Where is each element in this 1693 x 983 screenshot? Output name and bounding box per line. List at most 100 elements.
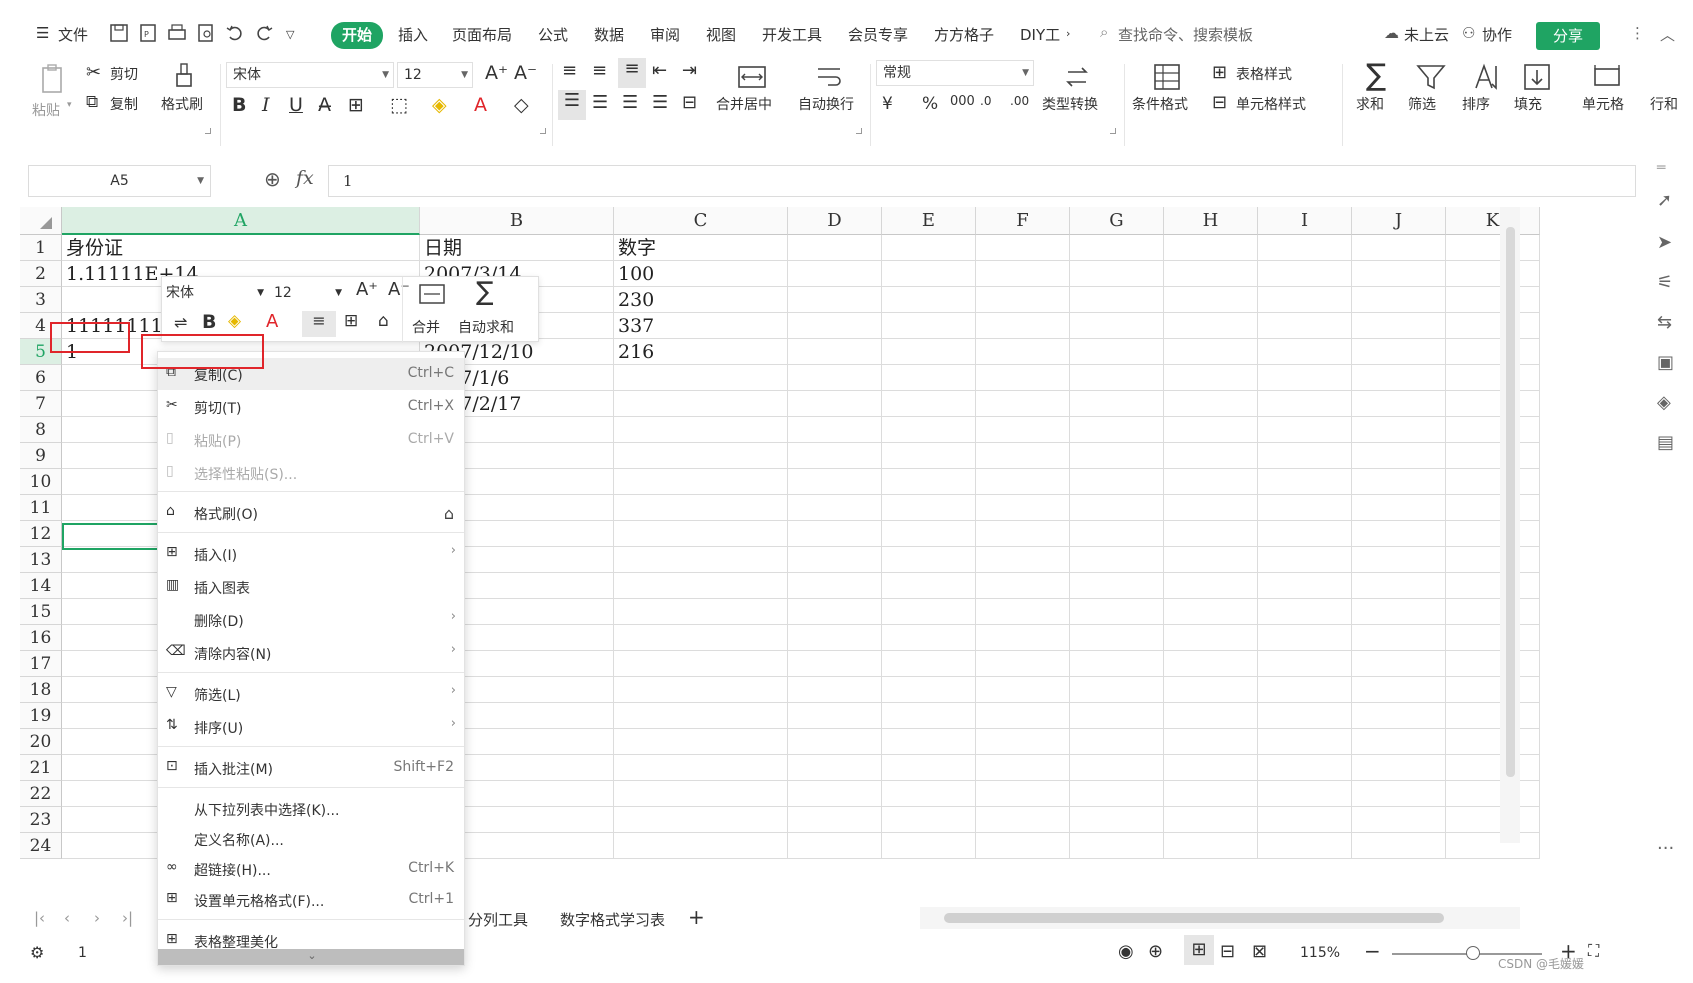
row-header-6[interactable]: 6 <box>20 365 62 391</box>
font-color-icon[interactable]: A <box>474 94 487 116</box>
horizontal-scrollbar[interactable] <box>920 907 1520 929</box>
font-name-select[interactable]: 宋体 ▼ <box>226 62 394 88</box>
mini-decrease-font-icon[interactable]: A⁻ <box>388 279 410 300</box>
percent-icon[interactable]: % <box>922 94 938 114</box>
mini-autosum-button[interactable]: 自动求和 <box>458 317 514 337</box>
row-header-2[interactable]: 2 <box>20 261 62 287</box>
zoom-out-icon[interactable]: − <box>1364 939 1381 963</box>
tab-home[interactable]: 开始 <box>331 22 383 49</box>
compass-icon[interactable]: ◈ <box>1657 392 1681 416</box>
shape-fill-icon[interactable]: ⬚ <box>390 94 408 116</box>
select-all-corner[interactable] <box>20 207 62 235</box>
undo-icon[interactable] <box>224 22 246 44</box>
prev-sheet-icon[interactable]: ‹ <box>64 909 70 927</box>
ctx-delete[interactable]: 删除(D) › <box>158 604 464 636</box>
format-painter-button[interactable]: 格式刷 <box>161 94 203 114</box>
tab-page-layout[interactable]: 页面布局 <box>452 24 512 45</box>
formula-input[interactable]: 1 <box>328 165 1636 197</box>
column-header-e[interactable]: E <box>882 207 976 235</box>
horizontal-scroll-thumb[interactable] <box>944 913 1444 923</box>
column-header-b[interactable]: B <box>420 207 614 235</box>
cut-button[interactable]: 剪切 <box>110 64 138 84</box>
more-panel-icon[interactable]: ··· <box>1657 838 1681 862</box>
ctx-define-name[interactable]: 定义名称(A)... <box>158 823 464 855</box>
zoom-slider-handle[interactable] <box>1466 946 1480 960</box>
search-command-input[interactable]: 查找命令、搜索模板 <box>1118 24 1253 45</box>
collab-icon[interactable]: ⚇ <box>1462 24 1475 42</box>
name-box[interactable]: A5 ▼ <box>28 165 211 197</box>
decrease-font-icon[interactable]: A⁻ <box>514 62 537 84</box>
number-format-select[interactable]: 常规 ▼ <box>876 60 1034 86</box>
tab-review[interactable]: 审阅 <box>650 24 680 45</box>
cell-button[interactable]: 单元格 <box>1582 94 1624 114</box>
collab-button[interactable]: 协作 <box>1482 24 1512 45</box>
mini-bold-icon[interactable]: B <box>202 311 216 333</box>
ctx-pick-from-list[interactable]: 从下拉列表中选择(K)... <box>158 793 464 825</box>
cell-c5[interactable]: 216 <box>618 340 654 364</box>
mini-fill-color-icon[interactable]: ◈ <box>228 311 241 331</box>
tab-member[interactable]: 会员专享 <box>848 24 908 45</box>
mini-autosum-icon[interactable]: ∑ <box>476 277 494 307</box>
ctx-filter[interactable]: ▽ 筛选(L) › <box>158 678 464 710</box>
row-col-button[interactable]: 行和 <box>1650 94 1678 114</box>
macro-icon[interactable]: ⚙ <box>30 943 44 962</box>
mini-align-icon[interactable]: ≡ <box>302 311 336 337</box>
row-header-3[interactable]: 3 <box>20 287 62 313</box>
fx-icon[interactable]: fx <box>296 167 314 189</box>
row-header-1[interactable]: 1 <box>20 235 62 261</box>
copy-icon[interactable]: ⧉ <box>86 92 98 112</box>
image-tool-icon[interactable]: ▣ <box>1657 352 1681 376</box>
cell-c1[interactable]: 数字 <box>618 236 656 260</box>
mini-font-select[interactable]: 宋体 ▼ <box>166 281 268 305</box>
font-group-expander[interactable] <box>540 128 546 134</box>
tab-data[interactable]: 数据 <box>594 24 624 45</box>
fill-button[interactable]: 填充 <box>1514 94 1542 114</box>
sum-button[interactable]: 求和 <box>1356 94 1384 114</box>
ctx-insert[interactable]: ⊞ 插入(I) › <box>158 538 464 570</box>
sum-icon[interactable]: ∑ <box>1366 58 1386 93</box>
alignment-group-expander[interactable] <box>856 128 862 134</box>
row-header-15[interactable]: 15 <box>20 599 62 625</box>
sort-button[interactable]: 排序 <box>1462 94 1490 114</box>
row-header-7[interactable]: 7 <box>20 391 62 417</box>
border-icon[interactable]: ⊞ <box>348 94 364 116</box>
first-sheet-icon[interactable]: |‹ <box>34 909 45 927</box>
ctx-sort[interactable]: ⇅ 排序(U) › <box>158 711 464 743</box>
align-top-icon[interactable]: ≡ <box>562 60 577 81</box>
vertical-scrollbar[interactable] <box>1500 207 1520 843</box>
search-icon[interactable]: ⌕ <box>1100 23 1108 41</box>
filter-button[interactable]: 筛选 <box>1408 94 1436 114</box>
type-convert-icon[interactable] <box>1060 60 1094 94</box>
conditional-format-button[interactable]: 条件格式 <box>1132 94 1188 114</box>
row-header-12[interactable]: 12 <box>20 521 62 547</box>
mini-format-painter-icon[interactable]: ⌂ <box>378 311 389 331</box>
cell-c4[interactable]: 337 <box>618 314 654 338</box>
cell-icon[interactable] <box>1590 60 1624 94</box>
font-size-select[interactable]: 12 ▼ <box>397 62 473 88</box>
format-painter-pin-icon[interactable]: ⌂ <box>444 504 454 523</box>
sheet-tab-number-format[interactable]: 数字格式学习表 <box>560 909 665 930</box>
mini-border-icon[interactable]: ⊞ <box>344 311 358 331</box>
mini-merge-button[interactable]: 合并 <box>412 317 440 337</box>
increase-decimal-icon[interactable]: .0 <box>980 94 991 108</box>
tab-fangfang[interactable]: 方方格子 <box>934 24 994 45</box>
fill-color-icon[interactable]: ◈ <box>432 94 447 116</box>
row-header-16[interactable]: 16 <box>20 625 62 651</box>
mini-font-color-icon[interactable]: A <box>266 311 278 332</box>
ctx-hyperlink[interactable]: ∞ 超链接(H)... Ctrl+K <box>158 853 464 885</box>
print-preview-icon[interactable] <box>195 22 217 44</box>
ctx-paste[interactable]: ▯ 粘贴(P) Ctrl+V <box>158 424 464 456</box>
increase-font-icon[interactable]: A⁺ <box>485 62 508 84</box>
align-middle-icon[interactable]: ≡ <box>592 60 607 81</box>
cell-style-icon[interactable]: ⊟ <box>1212 92 1227 113</box>
clear-format-icon[interactable]: ◇ <box>514 94 529 116</box>
mini-merge-icon[interactable] <box>418 281 446 307</box>
clipboard-group-expander[interactable] <box>205 128 211 134</box>
tab-developer[interactable]: 开发工具 <box>762 24 822 45</box>
tab-view[interactable]: 视图 <box>706 24 736 45</box>
save-icon[interactable] <box>108 22 130 44</box>
zoom-level[interactable]: 115% <box>1300 945 1340 961</box>
row-header-18[interactable]: 18 <box>20 677 62 703</box>
merge-center-icon[interactable] <box>735 60 769 94</box>
conditional-format-icon[interactable] <box>1150 60 1184 94</box>
